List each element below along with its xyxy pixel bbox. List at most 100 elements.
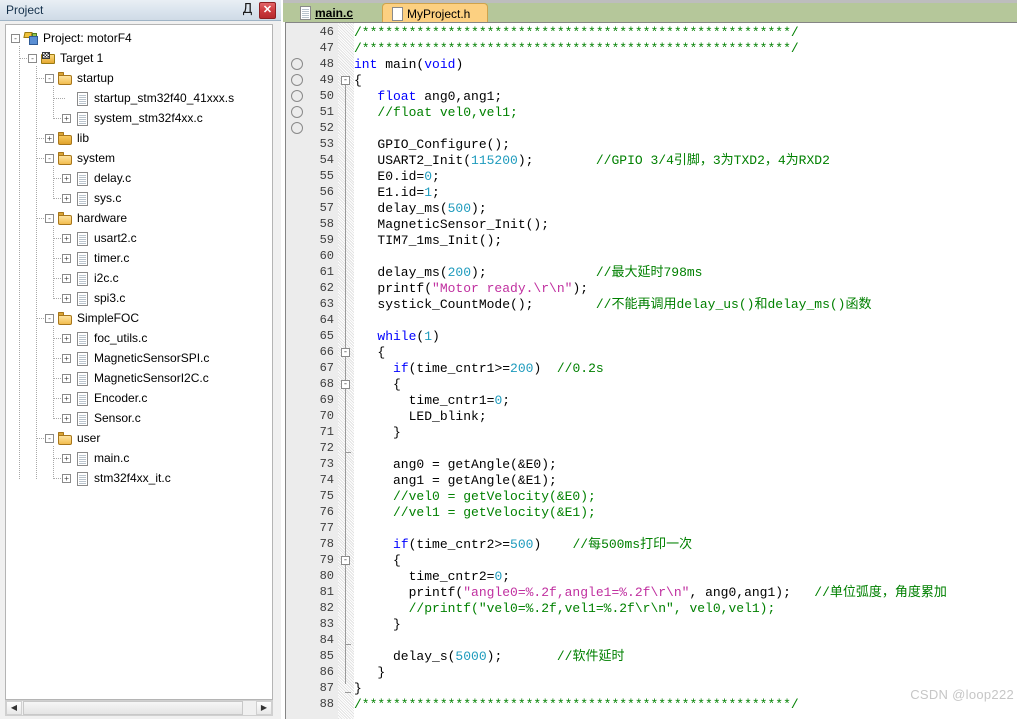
code-line: { bbox=[354, 377, 401, 393]
collapse-icon[interactable]: - bbox=[45, 214, 54, 223]
code-token: printf( bbox=[354, 281, 433, 296]
hscroll-thumb[interactable] bbox=[23, 701, 243, 715]
project-tree-hscrollbar[interactable]: ◀ ▶ bbox=[5, 700, 273, 716]
code-token: 115200 bbox=[471, 153, 518, 168]
tree-item-label: hardware bbox=[77, 211, 128, 225]
tree-item-main-c[interactable]: + main.c bbox=[6, 449, 272, 469]
breakpoint-marker[interactable] bbox=[291, 122, 303, 134]
tree-item-magneticsensorspi-c[interactable]: + MagneticSensorSPI.c bbox=[6, 349, 272, 369]
expand-icon[interactable]: + bbox=[62, 374, 71, 383]
tree-item-project-motorf4[interactable]: - Project: motorF4 bbox=[6, 29, 272, 49]
line-number: 66 bbox=[319, 345, 334, 359]
expand-icon[interactable]: + bbox=[62, 174, 71, 183]
line-number: 67 bbox=[319, 361, 334, 375]
tree-item-startup[interactable]: - startup bbox=[6, 69, 272, 89]
close-icon[interactable]: ✕ bbox=[259, 2, 276, 19]
code-token: float bbox=[377, 89, 417, 104]
expand-icon[interactable]: + bbox=[62, 414, 71, 423]
collapse-icon[interactable]: - bbox=[45, 434, 54, 443]
code-text-body[interactable]: /***************************************… bbox=[354, 23, 1017, 719]
scroll-right-icon[interactable]: ▶ bbox=[256, 701, 272, 715]
tree-item-magneticsensori2c-c[interactable]: + MagneticSensorI2C.c bbox=[6, 369, 272, 389]
fold-toggle[interactable]: - bbox=[341, 76, 350, 85]
tree-item-target-1[interactable]: - Target 1 bbox=[6, 49, 272, 69]
code-token: if bbox=[393, 361, 409, 376]
scroll-left-icon[interactable]: ◀ bbox=[6, 701, 22, 715]
collapse-icon[interactable]: - bbox=[11, 34, 20, 43]
breakpoint-marker[interactable] bbox=[291, 74, 303, 86]
line-number: 63 bbox=[319, 297, 334, 311]
code-token: int bbox=[354, 57, 378, 72]
tree-item-spi3-c[interactable]: + spi3.c bbox=[6, 289, 272, 309]
expand-icon[interactable]: + bbox=[62, 354, 71, 363]
tree-item-system[interactable]: - system bbox=[6, 149, 272, 169]
expand-icon[interactable]: + bbox=[62, 274, 71, 283]
scroll-right-glyph: ▶ bbox=[260, 703, 268, 712]
project-tree[interactable]: - Project: motorF4- Target 1- startup startu… bbox=[5, 24, 273, 700]
tree-item-user[interactable]: - user bbox=[6, 429, 272, 449]
code-token: ; bbox=[502, 393, 511, 408]
breakpoint-marker[interactable] bbox=[291, 90, 303, 102]
tree-item-label: Target 1 bbox=[60, 51, 104, 65]
tree-item-lib[interactable]: + lib bbox=[6, 129, 272, 149]
breakpoint-margin[interactable] bbox=[286, 23, 308, 719]
expand-icon[interactable]: + bbox=[62, 294, 71, 303]
tree-item-encoder-c[interactable]: + Encoder.c bbox=[6, 389, 272, 409]
expand-icon[interactable]: + bbox=[62, 394, 71, 403]
file-icon bbox=[75, 112, 90, 126]
collapse-icon[interactable]: - bbox=[28, 54, 37, 63]
tree-item-simplefoc[interactable]: - SimpleFOC bbox=[6, 309, 272, 329]
tree-item-stm32f4xx-it-c[interactable]: + stm32f4xx_it.c bbox=[6, 469, 272, 489]
h-file-icon bbox=[390, 7, 403, 21]
folder-open-icon bbox=[58, 152, 73, 166]
fold-toggle[interactable]: - bbox=[341, 556, 350, 565]
tab-myproject-h[interactable]: MyProject.h bbox=[382, 3, 488, 22]
expand-icon[interactable]: + bbox=[45, 134, 54, 143]
tree-item-sys-c[interactable]: + sys.c bbox=[6, 189, 272, 209]
code-token: ; bbox=[432, 185, 440, 200]
collapse-icon[interactable]: - bbox=[45, 314, 54, 323]
expand-icon[interactable]: + bbox=[62, 334, 71, 343]
tree-item-delay-c[interactable]: + delay.c bbox=[6, 169, 272, 189]
fold-toggle[interactable]: - bbox=[341, 348, 350, 357]
code-line: delay_ms(500); bbox=[354, 201, 486, 217]
code-token: delay_ms( bbox=[354, 265, 448, 280]
expand-icon[interactable]: + bbox=[62, 474, 71, 483]
code-line: delay_ms(200); //最大延时798ms bbox=[354, 265, 702, 281]
code-line: printf("Motor ready.\r\n"); bbox=[354, 281, 588, 297]
code-line: E1.id=1; bbox=[354, 185, 440, 201]
tree-item-usart2-c[interactable]: + usart2.c bbox=[6, 229, 272, 249]
breakpoint-marker[interactable] bbox=[291, 106, 303, 118]
line-number: 82 bbox=[319, 601, 334, 615]
tree-item-label: Sensor.c bbox=[94, 411, 141, 425]
tree-item-hardware[interactable]: - hardware bbox=[6, 209, 272, 229]
tab-main-c[interactable]: main.c bbox=[291, 3, 379, 22]
tree-item-i2c-c[interactable]: + i2c.c bbox=[6, 269, 272, 289]
tree-item-timer-c[interactable]: + timer.c bbox=[6, 249, 272, 269]
code-editor[interactable]: 46 47 48 49 50 51 52 53 54 55 56 57 58 59 60 61 62 63 64 65… bbox=[285, 22, 1017, 719]
tree-item-foc-utils-c[interactable]: + foc_utils.c bbox=[6, 329, 272, 349]
expand-icon[interactable]: + bbox=[62, 194, 71, 203]
code-token: /***************************************… bbox=[354, 25, 799, 40]
expand-icon[interactable]: + bbox=[62, 114, 71, 123]
fold-toggle[interactable]: - bbox=[341, 380, 350, 389]
tree-item-sensor-c[interactable]: + Sensor.c bbox=[6, 409, 272, 429]
code-folding-margin[interactable]: - - - - bbox=[338, 23, 354, 719]
code-token: while bbox=[377, 329, 417, 344]
tree-connector bbox=[53, 86, 55, 119]
breakpoint-marker[interactable] bbox=[291, 58, 303, 70]
collapse-icon[interactable]: - bbox=[45, 154, 54, 163]
code-token: //vel1 = getVelocity(&E1); bbox=[354, 505, 596, 520]
code-token: { bbox=[354, 553, 401, 568]
collapse-icon[interactable]: - bbox=[45, 74, 54, 83]
tree-item-label: startup_stm32f40_41xxx.s bbox=[94, 91, 235, 105]
pin-icon[interactable]: Д bbox=[239, 2, 256, 19]
expand-icon[interactable]: + bbox=[62, 454, 71, 463]
expand-icon[interactable]: + bbox=[62, 234, 71, 243]
tree-item-system-stm32f4xx-c[interactable]: + system_stm32f4xx.c bbox=[6, 109, 272, 129]
expand-icon[interactable]: + bbox=[62, 254, 71, 263]
tree-item-startup-stm32f40-41xxx-s[interactable]: startup_stm32f40_41xxx.s bbox=[6, 89, 272, 109]
code-line: TIM7_1ms_Init(); bbox=[354, 233, 502, 249]
line-number: 55 bbox=[319, 169, 334, 183]
